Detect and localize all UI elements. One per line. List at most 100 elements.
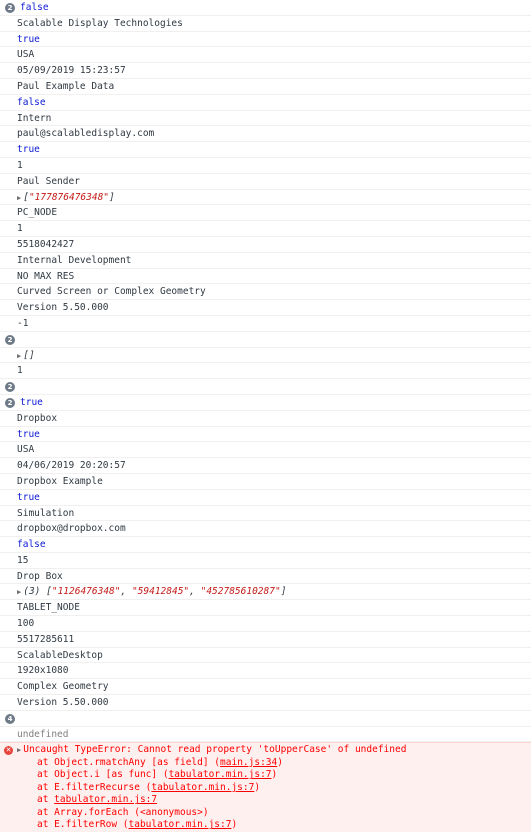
console-row: 1 xyxy=(0,158,531,174)
stack-frame: at E.filterRecurse (tabulator.min.js:7) xyxy=(37,782,531,795)
stack-frame: at Object.rmatchAny [as field] (main.js:… xyxy=(37,757,531,770)
expand-arrow-icon[interactable]: ▶ xyxy=(17,746,21,754)
log-value: Intern xyxy=(17,112,52,124)
console-row: 2 false xyxy=(0,0,531,16)
console-row: Dropbox xyxy=(0,411,531,427)
log-value: 05/09/2019 15:23:57 xyxy=(17,65,126,77)
log-value: NO MAX RES xyxy=(17,270,75,282)
console-row: 1 xyxy=(0,221,531,237)
console-row: Complex Geometry xyxy=(0,679,531,696)
stack-frame-text: at Object.rmatchAny [as field] ( xyxy=(37,756,221,768)
console-row: 100 xyxy=(0,616,531,632)
console-row: USA xyxy=(0,442,531,459)
console-row: undefined xyxy=(0,727,531,743)
log-value: 5518042427 xyxy=(17,238,75,250)
log-value: paul@scalabledisplay.com xyxy=(17,128,155,140)
console-row: Simulation xyxy=(0,506,531,522)
console-row: ▶[] xyxy=(0,348,531,364)
console-row: Paul Sender xyxy=(0,174,531,190)
log-value: Dropbox Example xyxy=(17,475,103,487)
source-link[interactable]: tabulator.min.js:7 xyxy=(169,769,272,780)
log-value: true xyxy=(17,491,40,503)
log-value: USA xyxy=(17,49,35,61)
console-row: Version 5.50.000 xyxy=(0,695,531,711)
console-row: Drop Box xyxy=(0,569,531,585)
console-row: false xyxy=(0,95,531,111)
source-link[interactable]: tabulator.min.js:7 xyxy=(151,782,254,793)
log-value: ScalableDesktop xyxy=(17,649,103,661)
array-item: "1126476348" xyxy=(51,586,121,598)
console-row: ScalableDesktop xyxy=(0,648,531,664)
console-row: Intern xyxy=(0,111,531,127)
repeat-count-badge: 2 xyxy=(5,382,15,393)
console-row: 15 xyxy=(0,553,531,569)
console-row: true xyxy=(0,427,531,443)
console-row: TABLET_NODE xyxy=(0,600,531,617)
array-preview[interactable]: (3) ["1126476348", "59412845", "45278561… xyxy=(23,586,286,597)
console-row: dropbox@dropbox.com xyxy=(0,521,531,538)
log-value: Internal Development xyxy=(17,254,132,266)
console-log: 2 false Scalable Display Technologies true U… xyxy=(0,0,531,743)
log-value: true xyxy=(20,396,43,408)
log-value: Scalable Display Technologies xyxy=(17,17,183,29)
console-row: 1920x1080 xyxy=(0,663,531,680)
error-icon: ✕ xyxy=(4,746,13,756)
stack-frame-text: at Array.forEach (<anonymous>) xyxy=(37,806,209,818)
stack-frame-end: ) xyxy=(271,769,278,781)
log-value: Version 5.50.000 xyxy=(17,697,109,709)
console-row: true xyxy=(0,142,531,158)
stack-frame: at Array.forEach (<anonymous>) xyxy=(37,807,531,820)
array-preview[interactable]: ["177876476348"] xyxy=(23,192,115,203)
console-row: false xyxy=(0,537,531,553)
stack-frame: at E.filterRow (tabulator.min.js:7) xyxy=(37,819,531,832)
console-row: 1 xyxy=(0,363,531,380)
log-value: true xyxy=(17,428,40,440)
repeat-count-badge: 2 xyxy=(5,334,15,345)
source-link[interactable]: main.js:34 xyxy=(220,757,277,768)
console-row: true xyxy=(0,490,531,506)
error-stack: at Object.rmatchAny [as field] (main.js:… xyxy=(17,757,531,832)
log-value: Drop Box xyxy=(17,570,63,582)
log-value: Version 5.50.000 xyxy=(17,302,109,314)
stack-frame-text: at E.filterRow ( xyxy=(37,819,129,831)
source-link[interactable]: tabulator.min.js:7 xyxy=(129,819,232,830)
console-row: NO MAX RES xyxy=(0,269,531,285)
array-count: (3) xyxy=(23,586,41,598)
log-value: Simulation xyxy=(17,507,75,519)
log-value: Curved Screen or Complex Geometry xyxy=(17,286,206,298)
expand-arrow-icon[interactable]: ▶ xyxy=(17,194,21,202)
stack-frame-text: at xyxy=(37,794,55,806)
console-row: Curved Screen or Complex Geometry xyxy=(0,284,531,301)
console-row: 5517285611 xyxy=(0,632,531,648)
log-value: 1 xyxy=(17,159,23,171)
console-row: 2 xyxy=(0,332,531,348)
repeat-count-badge: 2 xyxy=(5,3,15,13)
log-value: Paul Example Data xyxy=(17,80,115,92)
log-value: 1 xyxy=(17,365,23,377)
stack-frame-end: ) xyxy=(277,756,283,768)
console-row: Scalable Display Technologies xyxy=(0,16,531,32)
console-row: 2 xyxy=(0,379,531,395)
console-row: Dropbox Example xyxy=(0,474,531,490)
log-value: 1 xyxy=(17,223,23,235)
console-row: 05/09/2019 15:23:57 xyxy=(0,63,531,79)
log-value: 1920x1080 xyxy=(17,665,69,677)
console-row: ▶ (3) ["1126476348", "59412845", "4527856… xyxy=(0,584,531,601)
console-row: USA xyxy=(0,47,531,64)
log-value: 04/06/2019 20:20:57 xyxy=(17,460,126,472)
log-value: undefined xyxy=(17,728,69,740)
log-value: true xyxy=(17,144,40,156)
array-item: "59412845" xyxy=(131,586,190,598)
console-row: 04/06/2019 20:20:57 xyxy=(0,458,531,474)
log-value: Complex Geometry xyxy=(17,681,109,693)
console-row: PC_NODE xyxy=(0,205,531,222)
error-message[interactable]: ▶ Uncaught TypeError: Cannot read propert… xyxy=(17,744,531,757)
source-link[interactable]: tabulator.min.js:7 xyxy=(54,794,157,805)
log-value: dropbox@dropbox.com xyxy=(17,523,126,535)
array-preview[interactable]: [] xyxy=(23,350,34,361)
expand-arrow-icon[interactable]: ▶ xyxy=(17,588,21,596)
console-row: Version 5.50.000 xyxy=(0,300,531,316)
expand-arrow-icon[interactable]: ▶ xyxy=(17,352,21,360)
stack-frame-text: at Object.i [as func] ( xyxy=(37,769,169,781)
console-row: paul@scalabledisplay.com xyxy=(0,126,531,143)
